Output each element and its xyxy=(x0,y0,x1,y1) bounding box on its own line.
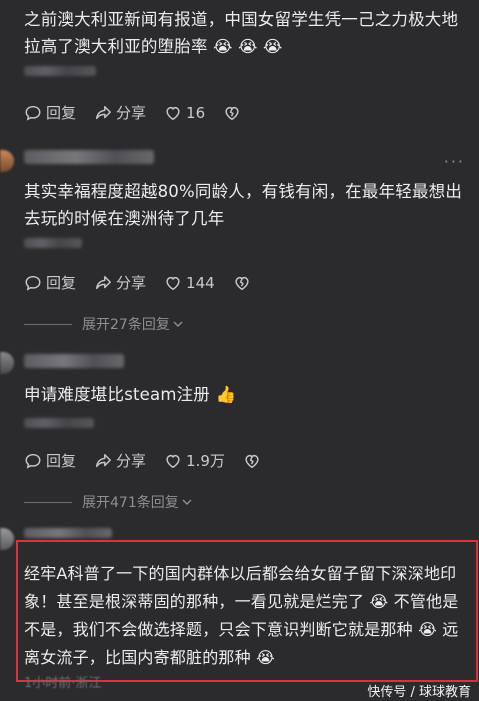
comment-1-actions: 回复 分享 16 xyxy=(24,102,263,124)
broken-heart-icon xyxy=(245,454,259,469)
avatar[interactable] xyxy=(0,352,14,374)
more-options-icon[interactable]: ··· xyxy=(444,152,465,171)
divider xyxy=(24,323,72,325)
comment-2-text: 其实幸福程度超越80%同龄人，有钱有闲，在最年轻最想出去玩的时候在澳洲待了几年 xyxy=(24,182,463,228)
username[interactable] xyxy=(24,528,112,538)
like-count: 144 xyxy=(186,274,215,292)
chevron-down-icon xyxy=(182,499,192,505)
share-label: 分享 xyxy=(116,452,147,470)
comment-2-meta xyxy=(24,238,82,248)
like-button[interactable]: 16 xyxy=(164,104,205,122)
share-button[interactable]: 分享 xyxy=(94,104,146,122)
dislike-button[interactable] xyxy=(233,274,255,292)
expand-replies-label: 展开471条回复 xyxy=(82,495,179,511)
reply-label: 回复 xyxy=(46,274,77,292)
reply-icon xyxy=(25,105,41,121)
like-button[interactable]: 1.9万 xyxy=(164,452,225,470)
username[interactable] xyxy=(24,354,124,368)
comment-4-text: 经牢A科普了一下的国内群体以后都会给女留子留下深深地印象！甚至是根深蒂固的那种，… xyxy=(24,564,459,667)
comment-4-meta: 1小时前·浙江 xyxy=(24,676,102,691)
chevron-down-icon xyxy=(173,321,183,327)
reply-button[interactable]: 回复 xyxy=(24,274,76,292)
comment-2-actions: 回复 分享 144 xyxy=(24,272,273,294)
share-button[interactable]: 分享 xyxy=(94,452,146,470)
expand-replies-label: 展开27条回复 xyxy=(82,317,170,333)
share-button[interactable]: 分享 xyxy=(94,274,146,292)
reply-label: 回复 xyxy=(46,452,77,470)
comment-3-meta xyxy=(24,418,94,428)
share-label: 分享 xyxy=(116,274,147,292)
heart-icon xyxy=(166,276,180,291)
comment-1-meta xyxy=(24,66,96,76)
broken-heart-icon xyxy=(235,276,249,291)
comment-3-text: 申请难度堪比steam注册 👍 xyxy=(24,385,237,404)
comment-1-text: 之前澳大利亚新闻有报道，中国女留学生凭一己之力极大地拉高了澳大利亚的堕胎率 😭 … xyxy=(24,10,459,56)
share-icon xyxy=(95,453,111,468)
like-button[interactable]: 144 xyxy=(164,274,215,292)
expand-replies-button[interactable]: 展开27条回复 xyxy=(24,314,184,334)
comment-3-actions: 回复 分享 1.9万 xyxy=(24,450,283,472)
reply-button[interactable]: 回复 xyxy=(24,104,76,122)
reply-icon xyxy=(25,453,41,469)
watermark: 快传号 / 球球教育 xyxy=(367,685,471,700)
heart-icon xyxy=(166,454,180,469)
username[interactable] xyxy=(24,150,154,164)
dislike-button[interactable] xyxy=(223,104,245,122)
avatar[interactable] xyxy=(0,528,14,550)
share-icon xyxy=(95,105,111,120)
heart-icon xyxy=(166,106,180,121)
expand-replies-button[interactable]: 展开471条回复 xyxy=(24,492,193,512)
avatar[interactable] xyxy=(0,150,14,172)
reply-button[interactable]: 回复 xyxy=(24,452,76,470)
like-count: 1.9万 xyxy=(186,452,225,470)
share-label: 分享 xyxy=(116,104,147,122)
broken-heart-icon xyxy=(225,106,239,121)
divider xyxy=(24,501,72,503)
reply-icon xyxy=(25,275,41,291)
like-count: 16 xyxy=(186,104,206,122)
share-icon xyxy=(95,275,111,290)
dislike-button[interactable] xyxy=(243,452,265,470)
reply-label: 回复 xyxy=(46,104,77,122)
